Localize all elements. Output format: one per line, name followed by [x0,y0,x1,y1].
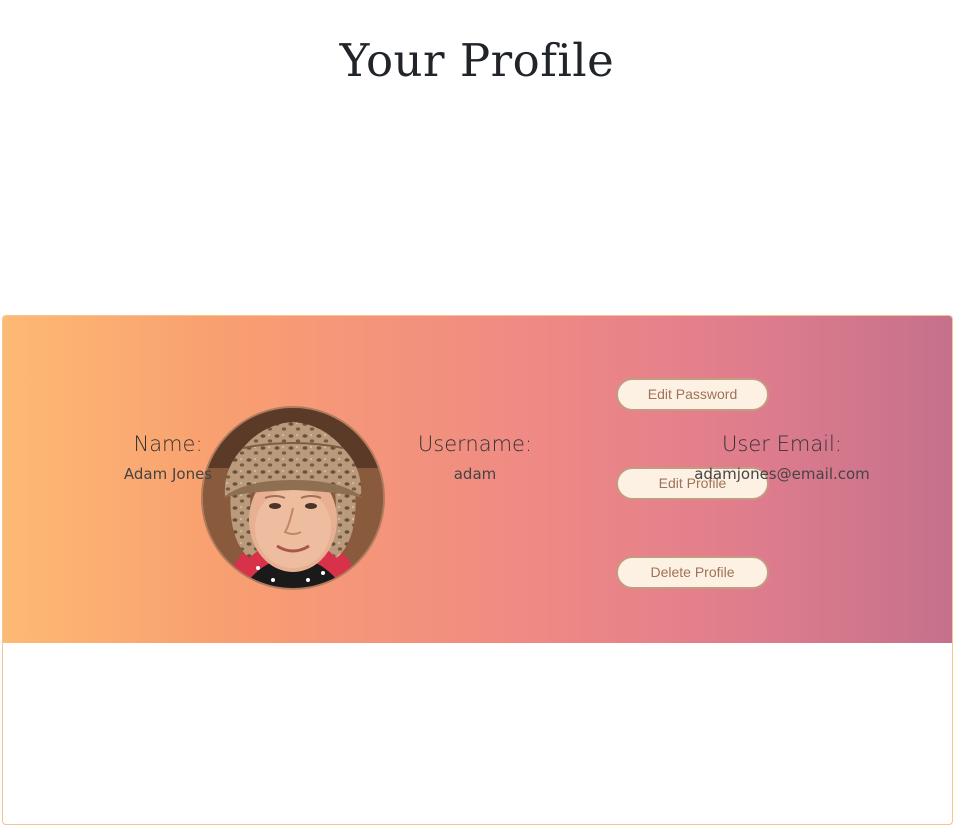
delete-profile-button[interactable]: Delete Profile [616,556,769,589]
username-value: adam [453,465,497,483]
page-title: Your Profile [339,34,615,87]
email-value: adamjones@email.com [694,465,870,483]
profile-card: Edit Password Edit Profile Delete Profil… [2,315,953,825]
name-field: Name: Adam Jones [18,432,318,483]
name-label: Name: [133,432,203,456]
email-label: User Email: [722,432,842,456]
email-field: User Email: adamjones@email.com [632,432,932,483]
name-value: Adam Jones [123,465,213,483]
username-label: Username: [417,432,533,456]
edit-password-button[interactable]: Edit Password [616,378,769,411]
username-field: Username: adam [325,432,625,483]
